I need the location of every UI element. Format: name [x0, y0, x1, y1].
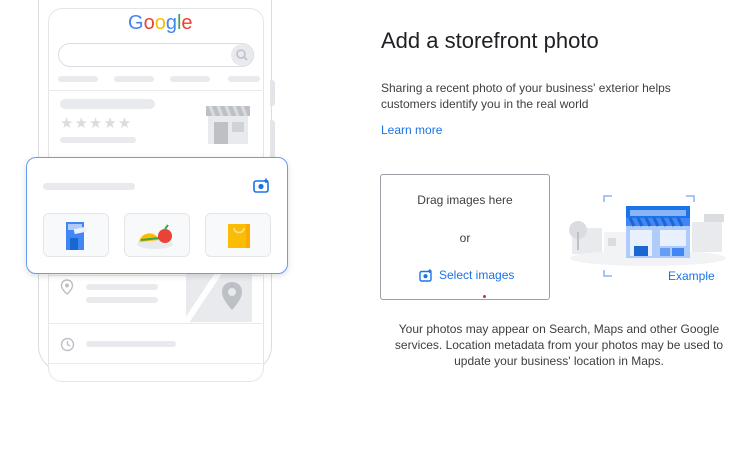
- photo-thumbnail-food: [124, 213, 190, 257]
- tab-placeholder: [58, 76, 98, 82]
- photo-thumbnail-storefront: [43, 213, 109, 257]
- page-description: Sharing a recent photo of your business'…: [381, 81, 671, 111]
- image-dropzone[interactable]: Drag images here or Select images: [380, 174, 550, 300]
- logo-letter: G: [128, 12, 144, 34]
- storefront-icon: [206, 105, 250, 144]
- tab-placeholder: [170, 76, 210, 82]
- google-logo: Google: [128, 12, 193, 35]
- photo-usage-notice: Your photos may appear on Search, Maps a…: [394, 322, 724, 368]
- add-photo-icon: [253, 178, 269, 193]
- food-thumbnail-icon: [137, 224, 173, 249]
- logo-letter: o: [143, 12, 155, 34]
- learn-more-link[interactable]: Learn more: [381, 123, 442, 137]
- divider: [48, 363, 262, 364]
- tab-placeholder: [228, 76, 260, 82]
- google-logo-text: Google: [128, 12, 193, 34]
- focus-indicator: [483, 295, 486, 298]
- logo-letter: e: [181, 12, 193, 34]
- bag-thumbnail-icon: [228, 224, 250, 248]
- storefront-thumbnail-icon: [66, 222, 87, 250]
- rating-stars: ★★★★★: [60, 115, 133, 132]
- clock-icon: [60, 337, 75, 352]
- add-photo-icon: [419, 268, 432, 282]
- photo-thumbnail-bag: [205, 213, 271, 257]
- logo-letter: g: [165, 12, 177, 34]
- info-placeholder: [60, 137, 136, 143]
- select-images-label: Select images: [439, 268, 515, 282]
- drag-images-text: Drag images here: [417, 193, 513, 207]
- select-images-button[interactable]: Select images: [419, 268, 514, 282]
- hours-placeholder: [86, 341, 176, 347]
- phone-side-button: [270, 80, 275, 106]
- photos-card-illustration: [26, 157, 288, 274]
- example-storefront-illustration: [569, 195, 726, 277]
- logo-letter: o: [154, 12, 166, 34]
- phone-side-button: [270, 120, 275, 160]
- search-icon: [231, 44, 253, 66]
- divider: [48, 323, 262, 324]
- example-label: Example: [668, 269, 715, 283]
- tab-placeholder: [114, 76, 154, 82]
- page-title: Add a storefront photo: [381, 28, 599, 53]
- search-bar-illustration: [58, 43, 254, 67]
- location-pin-icon: [60, 279, 74, 295]
- address-placeholder: [86, 284, 158, 290]
- address-placeholder: [86, 297, 158, 303]
- or-text: or: [459, 231, 471, 245]
- divider: [48, 90, 262, 91]
- business-name-placeholder: [60, 99, 155, 109]
- card-title-placeholder: [43, 183, 135, 190]
